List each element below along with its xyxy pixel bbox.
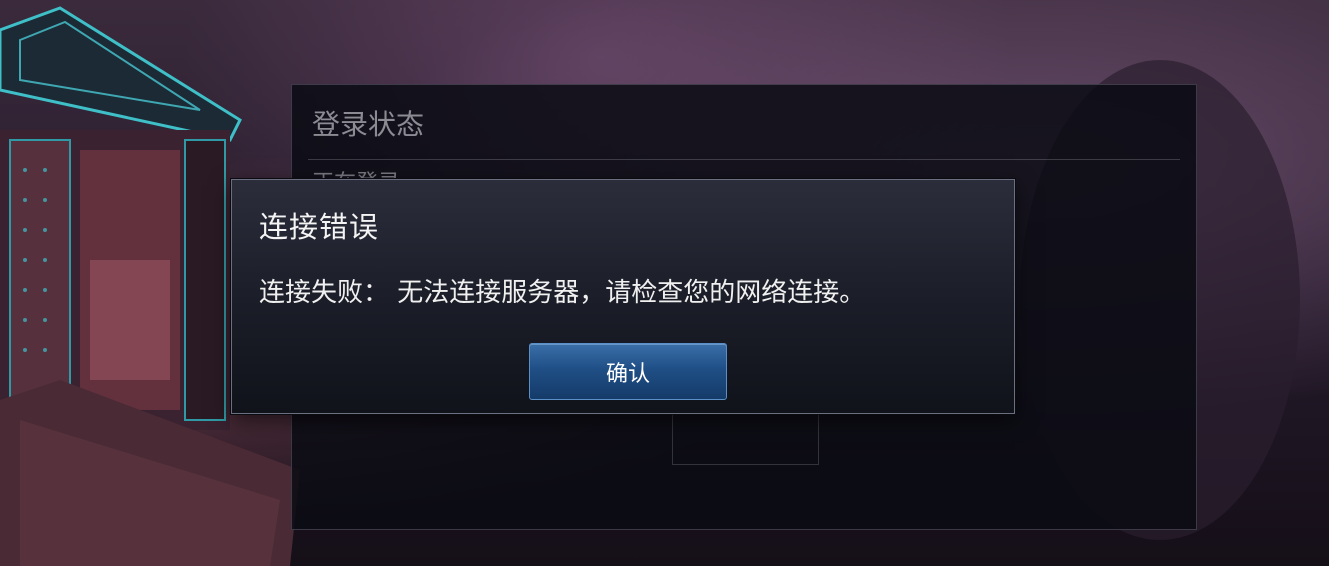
divider [308,159,1180,160]
connection-error-dialog: 连接错误 连接失败： 无法连接服务器，请检查您的网络连接。 确认 [231,179,1015,414]
confirm-button[interactable]: 确认 [529,343,727,400]
login-status-title: 登录状态 [312,108,425,141]
dialog-message: 连接失败： 无法连接服务器，请检查您的网络连接。 [259,278,866,308]
dialog-title: 连接错误 [259,210,380,244]
